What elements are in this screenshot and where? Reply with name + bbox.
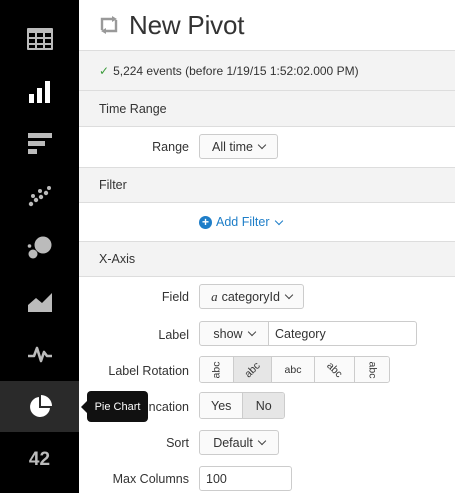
add-filter-label: Add Filter [216,215,270,229]
range-label: Range [152,140,189,154]
single-value-button[interactable]: 42 [0,434,79,486]
label-rotation-row: Label Rotation abc abc abc abc abc [79,353,455,389]
sort-dropdown[interactable]: Default [199,430,279,455]
time-range-title: Time Range [99,101,167,116]
page-header: New Pivot [79,0,455,51]
truncation-yes-button[interactable]: Yes [200,393,244,418]
time-range-section-header: Time Range [79,91,455,127]
x-axis-section-header: X-Axis [79,241,455,277]
label-mode-dropdown[interactable]: show [199,321,269,346]
chevron-down-icon [257,436,267,446]
field-label: Field [161,290,189,304]
max-columns-label: Max Columns [112,472,189,486]
string-type-icon: a [211,288,218,304]
rotation-45-button[interactable]: abc [315,357,355,382]
label-rotation-label: Label Rotation [108,364,189,378]
bubble-chart-button[interactable] [0,222,79,274]
visualization-sidebar: 42 [0,0,79,493]
field-row: Field a categoryId [79,277,455,317]
chevron-down-icon [247,327,256,337]
rotation-option: abc [324,359,345,380]
area-chart-icon [27,293,52,312]
line-chart-icon [27,346,52,363]
sort-label: Sort [166,436,189,450]
range-value: All time [212,139,253,154]
rotation-minus-90-button[interactable]: abc [200,357,234,382]
page-title: New Pivot [129,9,245,40]
x-axis-title: X-Axis [99,252,136,266]
chevron-down-icon [284,290,294,300]
label-text-value: Category [275,326,326,341]
rotation-minus-45-button[interactable]: abc [234,357,272,382]
filter-section-header: Filter [79,167,455,203]
max-columns-row: Max Columns 100 [79,461,455,493]
max-columns-input[interactable]: 100 [199,466,292,491]
bar-chart-button[interactable] [0,118,79,170]
rotation-0-button[interactable]: abc [272,357,315,382]
field-dropdown[interactable]: a categoryId [199,284,304,309]
truncation-yes-label: Yes [211,398,232,413]
scatter-chart-button[interactable] [0,170,79,222]
label-truncation-group: Yes No [199,392,285,419]
chevron-down-icon [274,216,283,225]
rotation-option: abc [284,363,302,376]
checkmark-icon: ✓ [99,63,110,78]
add-filter-button[interactable]: + Add Filter [199,203,283,241]
pie-chart-button[interactable] [0,381,79,432]
rotation-option: abc [210,361,223,378]
chevron-down-icon [257,140,267,150]
sort-value: Default [213,435,253,450]
area-chart-button[interactable] [0,276,79,328]
pivot-icon [99,16,119,34]
event-count-text: 5,224 events (before 1/19/15 1:52:02.000… [113,63,359,78]
max-columns-value: 100 [206,471,227,486]
label-text-input[interactable]: Category [268,321,417,346]
rotation-90-button[interactable]: abc [355,357,389,382]
rotation-option: abc [242,359,263,380]
tooltip-text: Pie Chart [94,400,141,413]
range-dropdown[interactable]: All time [199,134,278,159]
plus-icon: + [199,215,212,229]
filter-row: + Add Filter [79,203,455,241]
pie-chart-icon [29,394,52,417]
label-rotation-group: abc abc abc abc abc [199,356,390,383]
bar-chart-icon [27,133,52,154]
field-value: categoryId [221,289,280,304]
event-status: ✓ 5,224 events (before 1/19/15 1:52:02.0… [79,51,455,91]
line-chart-button[interactable] [0,328,79,380]
column-chart-icon [28,81,50,103]
truncation-no-label: No [255,398,272,413]
label-label: Label [158,328,189,342]
filter-title: Filter [99,178,127,192]
column-chart-button[interactable] [0,66,79,118]
bubble-chart-icon [27,236,51,259]
table-visualization-button[interactable] [0,13,79,65]
pie-chart-tooltip: Pie Chart [81,391,148,422]
single-value-label: 42 [28,449,51,470]
label-row: Label show Category [79,317,455,353]
scatter-chart-icon [28,186,51,207]
table-icon [26,28,53,50]
rotation-option: abc [366,361,378,378]
truncation-no-button[interactable]: No [243,393,284,418]
range-row: Range All time [79,127,455,167]
sort-row: Sort Default [79,425,455,461]
label-mode-value: show [213,326,243,341]
